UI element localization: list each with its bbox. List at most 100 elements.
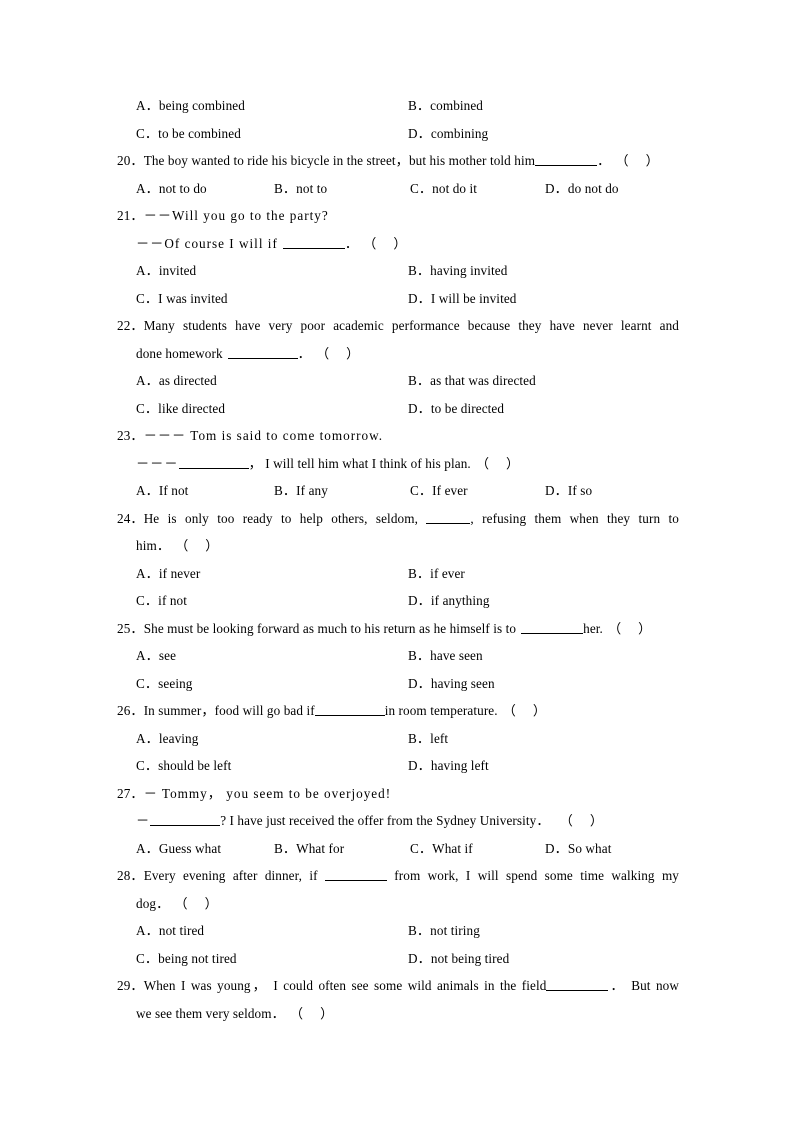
option-a[interactable]: A．being combined <box>136 92 408 120</box>
dialogue-text: － Tommy， you seem to be overjoyed! <box>143 785 392 801</box>
option-d[interactable]: D．combining <box>408 120 488 148</box>
answer-blank[interactable] <box>314 702 385 716</box>
question-22: 22．Many students have very poor academic… <box>117 312 679 422</box>
option-row: A．see B．have seen <box>117 642 679 670</box>
answer-paren-open: （ <box>174 895 188 911</box>
option-d[interactable]: D．having left <box>408 752 489 780</box>
option-d[interactable]: D．If so <box>545 477 592 505</box>
question-stem: 20．The boy wanted to ride his bicycle in… <box>117 147 679 175</box>
answer-paren-open: （ <box>559 813 573 828</box>
option-c[interactable]: C．What if <box>410 835 545 863</box>
option-c[interactable]: C．I was invited <box>136 285 408 313</box>
stem-line-2: him． （ ） <box>117 532 679 560</box>
option-row: A．leaving B．left <box>117 725 679 753</box>
option-a[interactable]: A．not tired <box>136 917 408 945</box>
answer-paren-close: ） <box>589 813 604 828</box>
dialogue-text: －－Of course I will if <box>136 235 278 251</box>
option-b[interactable]: B．If any <box>274 477 410 505</box>
question-stem: 24．He is only too ready to help others, … <box>117 505 679 560</box>
option-c[interactable]: C．should be left <box>136 752 408 780</box>
stem-line-1: 22．Many students have very poor academic… <box>117 312 679 340</box>
option-d[interactable]: D．if anything <box>408 587 490 615</box>
dialogue-text-tail: ， I will tell him what I think of his pl… <box>248 455 471 471</box>
option-a[interactable]: A．as directed <box>136 367 408 395</box>
stem-text: She must be looking forward as much to h… <box>143 620 517 636</box>
answer-paren-open: （ <box>615 153 629 168</box>
option-c[interactable]: C．being not tired <box>136 945 408 973</box>
question-number: 29． <box>117 978 144 993</box>
question-27: 27．－ Tommy， you seem to be overjoyed! －?… <box>117 780 679 863</box>
answer-blank[interactable] <box>178 455 249 469</box>
answer-blank[interactable] <box>535 152 598 166</box>
option-b[interactable]: B．having invited <box>408 257 507 285</box>
option-a[interactable]: A．leaving <box>136 725 408 753</box>
question-24: 24．He is only too ready to help others, … <box>117 505 679 615</box>
stem-text: done homework <box>136 345 223 361</box>
option-b[interactable]: B．combined <box>408 92 483 120</box>
question-23: 23．－－－ Tom is said to come tomorrow. －－－… <box>117 422 679 505</box>
option-b[interactable]: B．left <box>408 725 448 753</box>
question-number: 22． <box>117 318 144 333</box>
option-b[interactable]: B．have seen <box>408 642 483 670</box>
question-number: 27． <box>117 785 144 801</box>
stem-text-tail: ． <box>297 345 311 361</box>
option-b[interactable]: B．as that was directed <box>408 367 536 395</box>
option-a[interactable]: A．Guess what <box>136 835 274 863</box>
question-number: 20． <box>117 153 144 168</box>
option-c[interactable]: C．not do it <box>410 175 545 203</box>
answer-blank[interactable] <box>324 867 387 881</box>
question-21: 21．－－Will you go to the party? －－Of cour… <box>117 202 679 312</box>
option-a[interactable]: A．see <box>136 642 408 670</box>
option-a[interactable]: A．if never <box>136 560 408 588</box>
question-29: 29．When I was young， I could often see s… <box>117 972 679 1027</box>
option-row: C．to be combined D．combining <box>117 120 679 148</box>
option-a[interactable]: A．invited <box>136 257 408 285</box>
answer-paren-close: ） <box>532 703 547 718</box>
option-d[interactable]: D．So what <box>545 835 611 863</box>
option-row: A．being combined B．combined <box>117 92 679 120</box>
answer-blank[interactable] <box>546 977 609 991</box>
carryover-options-block: A．being combined B．combined C．to be combi… <box>117 92 679 147</box>
option-d[interactable]: D．to be directed <box>408 395 504 423</box>
answer-paren-close: ） <box>645 153 659 168</box>
question-dialogue-line-2: －－－ ， I will tell him what I think of his… <box>117 450 679 478</box>
option-d[interactable]: D．having seen <box>408 670 495 698</box>
answer-paren-open: （ <box>502 703 516 718</box>
option-b[interactable]: B．not to <box>274 175 410 203</box>
option-b[interactable]: B．if ever <box>408 560 465 588</box>
answer-blank[interactable] <box>426 510 471 524</box>
option-d[interactable]: D．do not do <box>545 175 619 203</box>
option-row: A．invited B．having invited <box>117 257 679 285</box>
answer-blank[interactable] <box>282 235 345 249</box>
question-number: 23． <box>117 428 144 443</box>
document-page: A．being combined B．combined C．to be combi… <box>0 0 794 1123</box>
option-c[interactable]: C．to be combined <box>136 120 408 148</box>
option-c[interactable]: C．if not <box>136 587 408 615</box>
option-row: A．as directed B．as that was directed <box>117 367 679 395</box>
option-b[interactable]: B．not tiring <box>408 917 480 945</box>
dialogue-dash: － <box>136 813 151 828</box>
option-d[interactable]: D．I will be invited <box>408 285 516 313</box>
question-25: 25．She must be looking forward as much t… <box>117 615 679 698</box>
answer-blank[interactable] <box>521 620 584 634</box>
question-stem: 28．Every evening after dinner, if from w… <box>117 862 679 917</box>
stem-text-tail: her. <box>583 620 603 636</box>
stem-text: When I was young， I could often see some… <box>143 978 547 993</box>
stem-line-2: we see them very seldom．（ ） <box>117 1000 679 1028</box>
option-d[interactable]: D．not being tired <box>408 945 509 973</box>
stem-text-tail: in room temperature. <box>384 703 498 718</box>
option-a[interactable]: A．not to do <box>136 175 274 203</box>
answer-blank[interactable] <box>227 345 298 359</box>
question-dialogue-line-2: － ? I have just received the offer from t… <box>117 807 679 835</box>
option-a[interactable]: A．If not <box>136 477 274 505</box>
answer-paren-close: ） <box>506 455 520 471</box>
question-20: 20．The boy wanted to ride his bicycle in… <box>117 147 679 202</box>
answer-blank[interactable] <box>150 812 221 826</box>
question-number: 28． <box>117 868 144 883</box>
option-c[interactable]: C．seeing <box>136 670 408 698</box>
option-c[interactable]: C．like directed <box>136 395 408 423</box>
answer-paren-close: ） <box>638 620 652 636</box>
option-b[interactable]: B．What for <box>274 835 410 863</box>
exam-content: A．being combined B．combined C．to be combi… <box>117 92 679 1027</box>
option-c[interactable]: C．If ever <box>410 477 545 505</box>
